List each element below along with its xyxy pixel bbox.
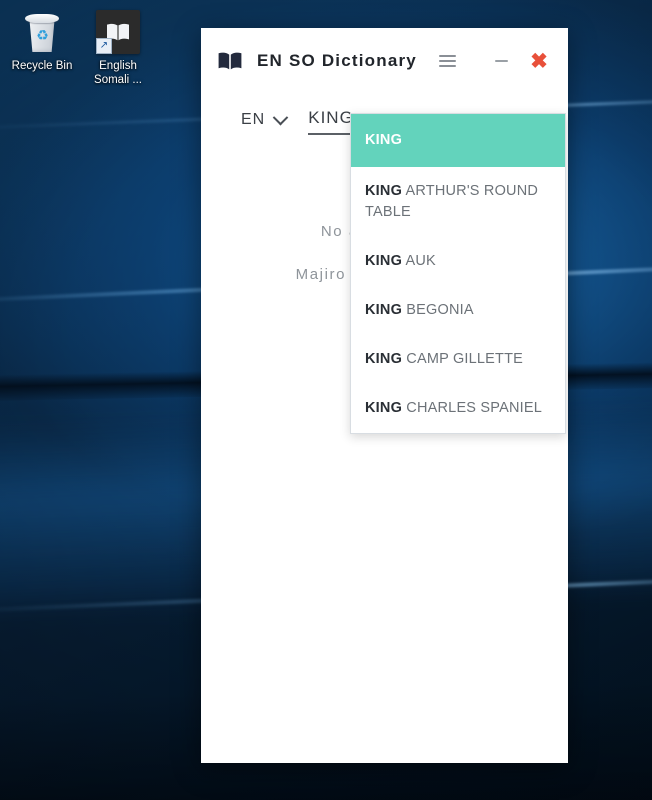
language-selector[interactable]: EN [241, 109, 289, 135]
desktop-icon-recycle-bin[interactable]: ♻ Recycle Bin [4, 8, 80, 73]
hamburger-menu-icon[interactable] [432, 46, 462, 76]
recycle-bin-icon: ♻ [4, 8, 80, 56]
dictionary-shortcut-icon: ↗ [80, 8, 156, 56]
suggestion-item[interactable]: KING CHARLES SPANIEL [351, 384, 565, 433]
suggestion-item[interactable]: KING BEGONIA [351, 286, 565, 335]
suggestion-rest: BEGONIA [402, 302, 474, 318]
search-suggestions-dropdown[interactable]: KING KING ARTHUR'S ROUND TABLE KING AUK … [350, 113, 566, 434]
suggestion-rest: CAMP GILLETTE [402, 351, 524, 367]
desktop-icon-label-line2: Somali ... [94, 74, 142, 86]
suggestion-item[interactable]: KING ARTHUR'S ROUND TABLE [351, 167, 565, 237]
chevron-down-icon [272, 109, 289, 125]
language-selector-value: EN [241, 111, 266, 128]
desktop: ♻ Recycle Bin ↗ English Somali ... EN SO… [0, 0, 652, 800]
desktop-icon-label-line1: English [99, 60, 137, 72]
close-icon[interactable]: ✖ [524, 46, 554, 76]
suggestion-match-prefix: KING [365, 351, 403, 367]
suggestion-rest: CHARLES SPANIEL [402, 400, 542, 416]
suggestion-match-prefix: KING [365, 253, 403, 269]
dictionary-app-window: EN SO Dictionary ✖ EN KING No Majiro KIN… [201, 28, 568, 763]
suggestion-match-prefix: KING [365, 302, 403, 318]
desktop-icon-label: Recycle Bin [11, 60, 73, 72]
suggestion-item[interactable]: KING CAMP GILLETTE [351, 335, 565, 384]
shortcut-arrow-icon: ↗ [96, 38, 112, 54]
open-book-icon [217, 51, 243, 71]
desktop-icon-english-somali[interactable]: ↗ English Somali ... [80, 8, 156, 87]
suggestion-item[interactable]: KING [351, 114, 565, 167]
suggestion-item[interactable]: KING AUK [351, 237, 565, 286]
suggestion-match-prefix: KING [365, 183, 403, 199]
suggestion-match-prefix: KING [365, 400, 403, 416]
window-titlebar: EN SO Dictionary ✖ [201, 28, 568, 94]
minimize-icon[interactable] [486, 46, 516, 76]
page-title: EN SO Dictionary [257, 51, 417, 70]
suggestion-rest: AUK [402, 253, 436, 269]
suggestion-match-prefix: KING [365, 132, 403, 148]
